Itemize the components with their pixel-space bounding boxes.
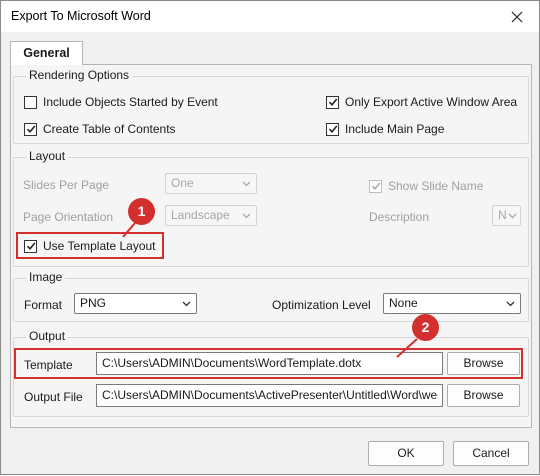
step-badge-2: 2 (412, 314, 439, 341)
callout-lines (122, 222, 418, 358)
tab-general[interactable]: General (10, 41, 83, 65)
export-dialog: Export To Microsoft Word General Renderi… (0, 0, 540, 475)
